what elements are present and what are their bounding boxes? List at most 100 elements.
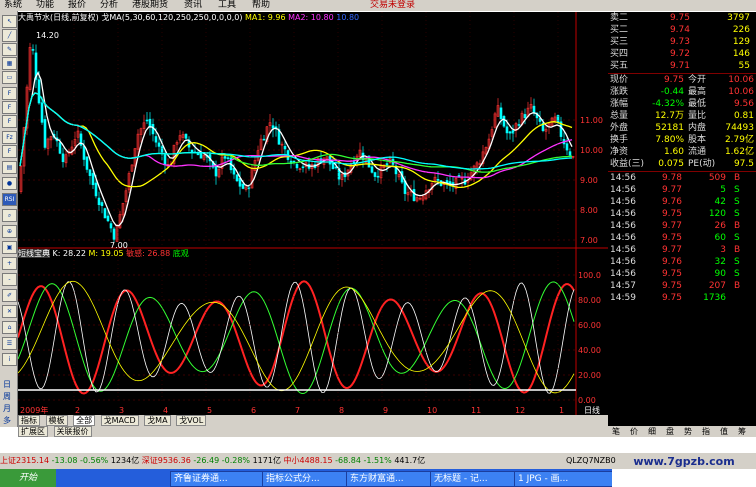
tick-volume: 1736 [703, 293, 726, 303]
book-price: 9.71 [669, 61, 690, 71]
picture-icon[interactable]: ▣ [2, 241, 17, 254]
tab-macd[interactable]: 戈MACD [100, 415, 139, 426]
home-icon[interactable]: ⌂ [2, 321, 17, 334]
menu-news[interactable]: 资讯 [184, 0, 202, 11]
sz-index[interactable]: 深证9536.36 [142, 456, 191, 465]
chart-tool-icon[interactable]: ▤ [2, 161, 17, 174]
task-formula[interactable]: 指标公式分... [262, 471, 350, 487]
info-icon[interactable]: i [2, 353, 17, 366]
tab-indicator[interactable]: 指标 [18, 415, 40, 426]
candle-body [331, 162, 335, 170]
add-icon[interactable]: + [2, 257, 17, 270]
task-notepad[interactable]: 无标题 - 记... [430, 471, 518, 487]
tick-price: 9.75 [661, 293, 682, 303]
cursor-tool-icon[interactable]: ↖ [2, 15, 17, 28]
stat-value: 74493 [725, 123, 754, 133]
zx-index[interactable]: 中小4488.15 [284, 456, 333, 465]
minus-icon[interactable]: - [2, 273, 17, 286]
period-month[interactable]: 月 [3, 403, 11, 414]
stat-value: 1.62亿 [724, 147, 754, 157]
stat-label: 净资 [610, 147, 629, 157]
quote-tab[interactable]: 价 [630, 426, 638, 437]
ma3-value: 10.80 [336, 13, 360, 22]
stat-row: 换手 7.80% 股本 2.79亿 [608, 134, 756, 146]
tab-related-quote[interactable]: 关联报价 [53, 426, 92, 437]
kline-chart[interactable]: 11.00 10.00 9.00 8.00 7.00 100.0 80.00 60.00 40.… [18, 12, 608, 415]
month-label: 8 [339, 406, 344, 415]
ma1-value: MA1: 9.96 [245, 13, 286, 22]
indicator-name[interactable]: 短线宝典 [18, 249, 50, 258]
candle-body [385, 163, 389, 166]
menu-hk-futures[interactable]: 港股期货 [132, 0, 168, 11]
window-tool-icon[interactable]: ▭ [2, 71, 17, 84]
menu-function[interactable]: 功能 [36, 0, 54, 11]
draw-tool-icon[interactable]: ✎ [2, 43, 17, 56]
tick-volume: 90 [714, 269, 726, 279]
zoom-icon[interactable]: ⊕ [2, 225, 17, 238]
tick-volume: 32 [714, 257, 726, 267]
sh-index[interactable]: 上证2315.14 [0, 456, 49, 465]
period-week[interactable]: 周 [3, 391, 11, 402]
quote-tab[interactable]: 值 [720, 426, 728, 437]
chart-canvas[interactable]: 11.0010.009.008.007.00100.080.0060.0040.… [18, 12, 608, 415]
candle-body [37, 79, 41, 104]
tab-extension[interactable]: 扩展区 [18, 426, 48, 437]
stat-value: 10.06 [728, 87, 754, 97]
book-label: 买五 [610, 61, 629, 71]
tab-vol[interactable]: 戈VOL [176, 415, 207, 426]
quote-tab[interactable]: 指 [702, 426, 710, 437]
tick-side: B [734, 281, 741, 291]
rsi-icon[interactable]: RSI [2, 193, 17, 206]
tick-volume: 60 [714, 233, 726, 243]
quote-tab[interactable]: 盘 [666, 426, 674, 437]
f1-icon[interactable]: F [2, 87, 17, 100]
quote-tab[interactable]: 势 [684, 426, 692, 437]
tab-all[interactable]: 全部 [73, 415, 96, 426]
tab-template[interactable]: 模板 [45, 415, 68, 426]
line-tool-icon[interactable]: ╱ [2, 29, 17, 42]
task-eastmoney[interactable]: 东方财富通... [346, 471, 434, 487]
quote-tabs: 笔价细盘势指值筹 [608, 426, 756, 437]
search-icon[interactable]: ⌕ [2, 209, 17, 222]
stat-value: 9.56 [733, 99, 754, 109]
pen-icon[interactable]: ✐ [2, 289, 17, 302]
order-book-row: 买二 9.74 226 [608, 24, 756, 36]
menu-analysis[interactable]: 分析 [100, 0, 118, 11]
f2-icon[interactable]: F [2, 101, 17, 114]
list-icon[interactable]: ☰ [2, 337, 17, 350]
stat-label: 换手 [610, 135, 629, 145]
period-day[interactable]: 日 [3, 379, 11, 390]
menu-help[interactable]: 帮助 [252, 0, 270, 11]
quote-tab[interactable]: 筹 [738, 426, 746, 437]
quote-tab[interactable]: 笔 [612, 426, 620, 437]
menu-quote[interactable]: 报价 [68, 0, 86, 11]
quote-tab[interactable]: 细 [648, 426, 656, 437]
tab-ma[interactable]: 戈MA [144, 415, 171, 426]
dot-tool-icon[interactable]: ● [2, 177, 17, 190]
candle-body [565, 143, 569, 151]
cross-icon[interactable]: ✕ [2, 305, 17, 318]
task-qilu[interactable]: 齐鲁证券通... [170, 471, 266, 487]
tick-row: 14:56 9.75 60 S [608, 232, 756, 244]
period-multi[interactable]: 多 [3, 415, 11, 426]
stat-value: 52181 [655, 123, 684, 133]
menu-system[interactable]: 系统 [4, 0, 22, 11]
grid-tool-icon[interactable]: ▦ [2, 57, 17, 70]
candle-body [223, 156, 227, 159]
tick-row: 14:56 9.76 42 S [608, 196, 756, 208]
trade-status[interactable]: 交易未登录 [370, 0, 415, 11]
month-label: 1 [559, 406, 564, 415]
sz-change: -26.49 [193, 456, 220, 465]
tick-price: 9.75 [661, 281, 682, 291]
start-button[interactable]: 开始 [0, 469, 56, 487]
candle-body [301, 166, 305, 169]
f4-icon[interactable]: F [2, 145, 17, 158]
task-paint[interactable]: 1 JPG - 画... [514, 471, 612, 487]
candle-body [568, 151, 572, 156]
f3-icon[interactable]: F [2, 115, 17, 128]
menu-tools[interactable]: 工具 [218, 0, 236, 11]
indicator-axis-label: 40.00 [578, 346, 601, 355]
fz-icon[interactable]: Fz [2, 131, 17, 144]
tick-side: B [734, 173, 741, 183]
candle-body [199, 152, 203, 159]
